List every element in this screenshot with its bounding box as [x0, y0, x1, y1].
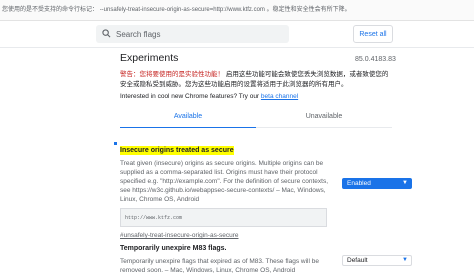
search-box[interactable] [96, 25, 289, 43]
flag-title: Insecure origins treated as secure [120, 146, 234, 155]
banner-flag-text: --unsafely-treat-insecure-origin-as-secu… [99, 7, 265, 13]
chevron-down-icon: ▼ [402, 180, 408, 186]
search-icon [102, 29, 111, 38]
flag-title: Temporarily unexpire M83 flags. [120, 245, 227, 252]
beta-channel-promo: Interested in cool new Chrome features? … [120, 93, 298, 100]
flag-description: Temporarily unexpire flags that expired … [120, 258, 319, 274]
chevron-down-icon: ▼ [402, 257, 408, 263]
flag-description: Treat given (insecure) origins as secure… [120, 160, 329, 203]
unsupported-flag-banner: 您使用的是不受支持的命令行标记： --unsafely-treat-insecu… [0, 0, 474, 21]
page-title: Experiments [120, 52, 179, 64]
flag-item: Insecure origins treated as secure Treat… [114, 139, 392, 239]
flag-modified-marker [114, 142, 117, 145]
flag-tabs: Available Unavailable [120, 107, 392, 128]
active-tab-indicator [120, 127, 256, 128]
flags-header: Reset all [0, 21, 474, 47]
version-label: 85.0.4183.83 [355, 56, 396, 63]
experimental-warning: 警告：您将要使用的是实验性功能！ 启用这些功能可能会致使您丢失浏览数据，或者致使… [120, 70, 392, 90]
flag-state-select[interactable]: Default ▼ [342, 255, 412, 266]
tab-available[interactable]: Available [120, 107, 256, 127]
header-divider [0, 47, 474, 48]
banner-lead-text: 您使用的是不受支持的命令行标记： [2, 7, 99, 13]
flag-origins-textarea[interactable]: http://www.ktfz.com [120, 208, 327, 227]
search-input[interactable] [116, 25, 276, 43]
promo-text: Interested in cool new Chrome features? … [120, 93, 260, 100]
flag-state-value: Enabled [347, 180, 371, 187]
flag-state-value: Default [347, 257, 368, 264]
beta-channel-link[interactable]: beta channel [261, 93, 298, 100]
tab-unavailable[interactable]: Unavailable [256, 107, 392, 127]
warning-red-text: 警告：您将要使用的是实验性功能！ [120, 71, 224, 78]
banner-tail-text: 。稳定性和安全性会有所下降。 [266, 7, 351, 13]
reset-all-button[interactable]: Reset all [353, 25, 393, 43]
flag-state-select[interactable]: Enabled ▼ [342, 178, 412, 189]
